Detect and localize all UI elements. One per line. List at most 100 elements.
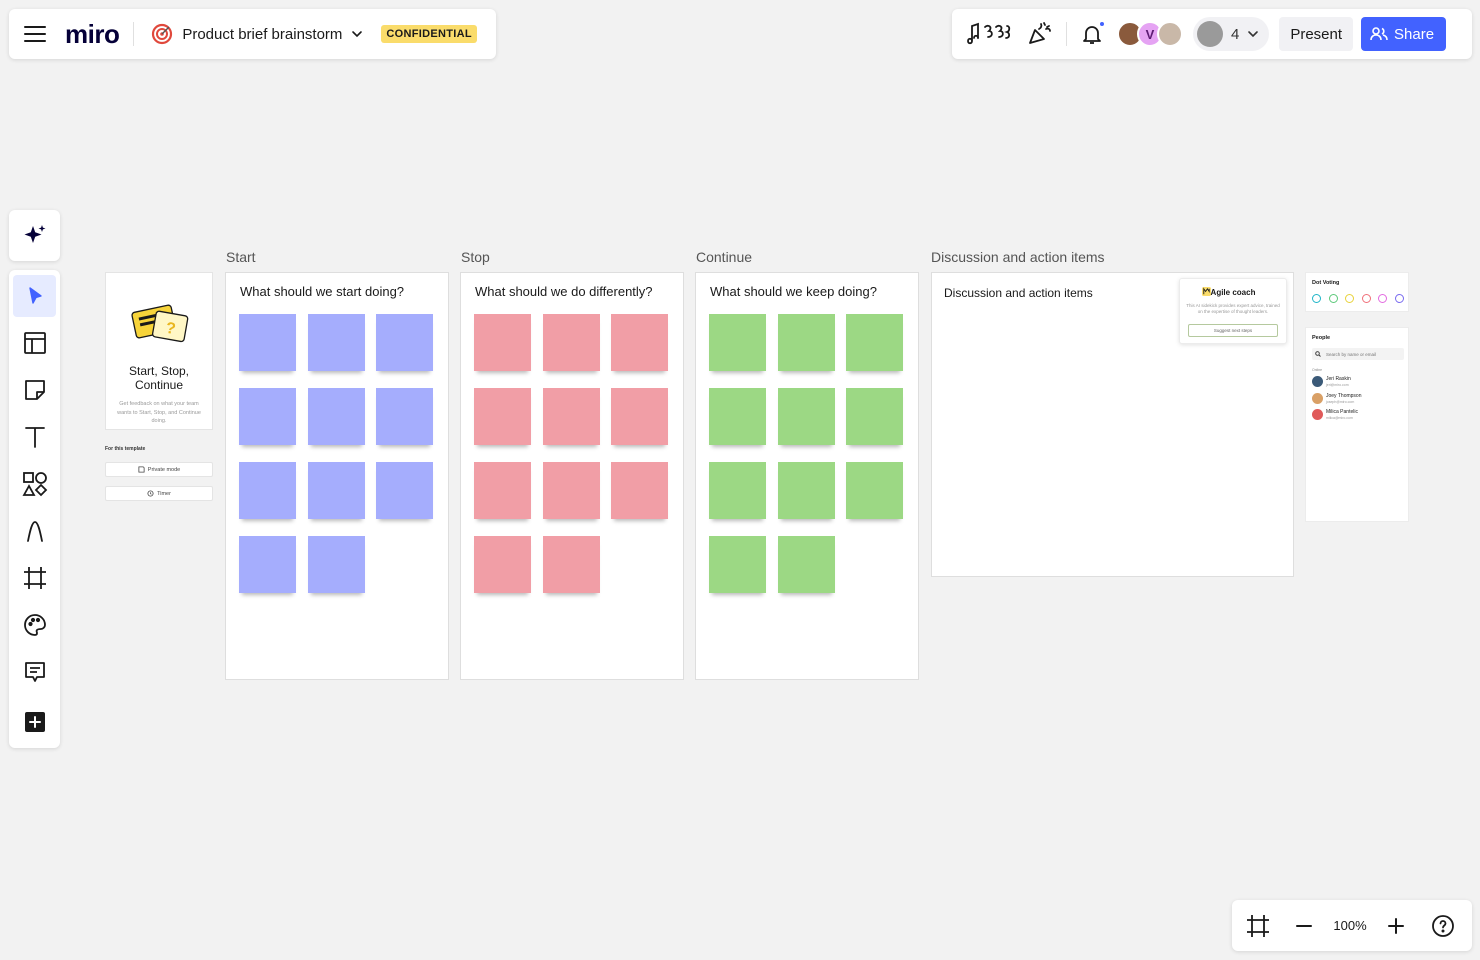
sticky-note[interactable]	[777, 314, 835, 371]
sticky-note[interactable]	[542, 462, 600, 519]
ai-sparkle-button[interactable]	[9, 210, 60, 261]
sticky-note[interactable]	[777, 462, 835, 519]
template-info-card[interactable]: ? Start, Stop, Continue Get feedback on …	[105, 272, 213, 430]
sticky-note[interactable]	[474, 314, 531, 371]
plus-icon	[1388, 917, 1404, 934]
miro-logo[interactable]: miro	[65, 19, 120, 50]
pen-tool[interactable]	[13, 510, 56, 552]
zoom-level[interactable]: 100%	[1324, 918, 1376, 933]
sticky-note[interactable]	[709, 462, 766, 519]
frame-question: What should we do differently?	[475, 284, 653, 299]
sticky-note[interactable]	[709, 388, 766, 445]
shapes-tool[interactable]	[13, 463, 56, 505]
sticky-note[interactable]	[709, 314, 766, 371]
tools-toolbar	[9, 270, 60, 748]
private-mode-button[interactable]: Private mode	[105, 462, 213, 477]
agile-coach-card[interactable]: Agile coach This AI sidekick provides ex…	[1179, 278, 1287, 344]
zoom-in-button[interactable]	[1379, 909, 1413, 943]
zoom-out-button[interactable]	[1287, 909, 1321, 943]
sticky-note[interactable]	[307, 462, 365, 519]
folder-question-icon: ?	[131, 304, 189, 343]
frame-label-stop: Stop	[461, 249, 490, 265]
celebrate-icon[interactable]	[1022, 17, 1056, 51]
person-email: joseph@miro.com	[1326, 399, 1355, 404]
select-tool[interactable]	[13, 275, 56, 317]
frame-continue[interactable]: What should we keep doing?	[695, 272, 919, 680]
avatar[interactable]	[1157, 21, 1183, 47]
menu-icon[interactable]	[22, 21, 48, 47]
sticky-note[interactable]	[611, 314, 668, 371]
sticky-note[interactable]	[846, 388, 903, 445]
dot-voting-title: Dot Voting	[1312, 280, 1340, 286]
sticky-note[interactable]	[542, 314, 600, 371]
sticky-note[interactable]	[474, 536, 531, 593]
sticky-note[interactable]	[376, 462, 433, 519]
online-avatars[interactable]: V	[1117, 21, 1183, 47]
target-icon	[150, 22, 174, 46]
voting-dot[interactable]	[1378, 294, 1387, 303]
sticky-note[interactable]	[307, 388, 365, 445]
voting-dot[interactable]	[1361, 294, 1371, 303]
share-label: Share	[1394, 25, 1435, 43]
people-search-input[interactable]	[1312, 348, 1404, 360]
sticky-note[interactable]	[777, 388, 835, 445]
suggest-next-steps-button[interactable]: Suggest next steps	[1188, 324, 1278, 337]
sticky-note[interactable]	[307, 536, 365, 593]
help-button[interactable]	[1426, 909, 1460, 943]
dot-voting-card: Dot Voting	[1305, 272, 1409, 312]
frame-label-discussion: Discussion and action items	[931, 249, 1105, 265]
timer-button[interactable]: Timer	[105, 486, 213, 501]
sticky-note[interactable]	[376, 314, 433, 371]
board-title[interactable]: Product brief brainstorm	[182, 26, 342, 43]
sticky-note-icon	[24, 380, 45, 400]
templates-tool[interactable]	[13, 322, 56, 364]
voting-dot[interactable]	[1394, 294, 1404, 303]
reactions-icon[interactable]	[964, 17, 1014, 51]
sticky-note[interactable]	[611, 388, 668, 445]
sticky-note[interactable]	[542, 536, 600, 593]
confidential-badge[interactable]: CONFIDENTIAL	[381, 25, 477, 43]
sticky-note[interactable]	[307, 314, 365, 371]
text-tool[interactable]	[13, 416, 56, 458]
sticky-note[interactable]	[777, 536, 835, 593]
comment-tool[interactable]	[13, 651, 56, 693]
sticky-note[interactable]	[611, 462, 668, 519]
sticky-note[interactable]	[542, 388, 600, 445]
frame-stop[interactable]: What should we do differently?	[460, 272, 684, 680]
sticky-note[interactable]	[239, 314, 296, 371]
sticky-note[interactable]	[846, 314, 903, 371]
palette-icon	[23, 614, 46, 636]
person-row[interactable]: Jeri Raskin jeri@miro.com	[1312, 375, 1404, 389]
more-apps-tool[interactable]	[13, 701, 56, 743]
sticky-note[interactable]	[239, 462, 296, 519]
share-button[interactable]: Share	[1361, 17, 1447, 51]
sticky-note[interactable]	[376, 388, 433, 445]
sticky-note[interactable]	[239, 536, 296, 593]
timer-label: Timer	[157, 490, 171, 497]
frame-icon	[1247, 914, 1269, 937]
sticky-note[interactable]	[709, 536, 766, 593]
present-button[interactable]: Present	[1279, 17, 1354, 51]
stickers-tool[interactable]	[13, 604, 56, 646]
frame-icon	[23, 567, 46, 589]
chevron-down-icon	[1248, 31, 1259, 38]
collaborator-count: 4	[1231, 25, 1240, 43]
person-row[interactable]: Joey Thompson joseph@miro.com	[1312, 392, 1404, 406]
avatar	[1312, 392, 1323, 404]
fit-to-screen-button[interactable]	[1241, 909, 1275, 943]
person-row[interactable]: Milica Pantelic milica@miro.com	[1312, 408, 1404, 422]
sticky-note[interactable]	[474, 462, 531, 519]
sticky-note-tool[interactable]	[13, 369, 56, 411]
voting-dot[interactable]	[1328, 294, 1338, 303]
sticky-note[interactable]	[239, 388, 296, 445]
frame-start[interactable]: What should we start doing?	[225, 272, 449, 680]
sticky-note[interactable]	[846, 462, 903, 519]
chevron-down-icon[interactable]	[350, 27, 364, 41]
minus-icon	[1296, 924, 1312, 927]
frame-tool[interactable]	[13, 557, 56, 599]
collaborators-dropdown[interactable]: 4	[1193, 17, 1270, 51]
voting-dot[interactable]	[1345, 294, 1354, 303]
sticky-note[interactable]	[474, 388, 531, 445]
bell-icon[interactable]	[1075, 17, 1109, 51]
voting-dot[interactable]	[1312, 294, 1321, 303]
